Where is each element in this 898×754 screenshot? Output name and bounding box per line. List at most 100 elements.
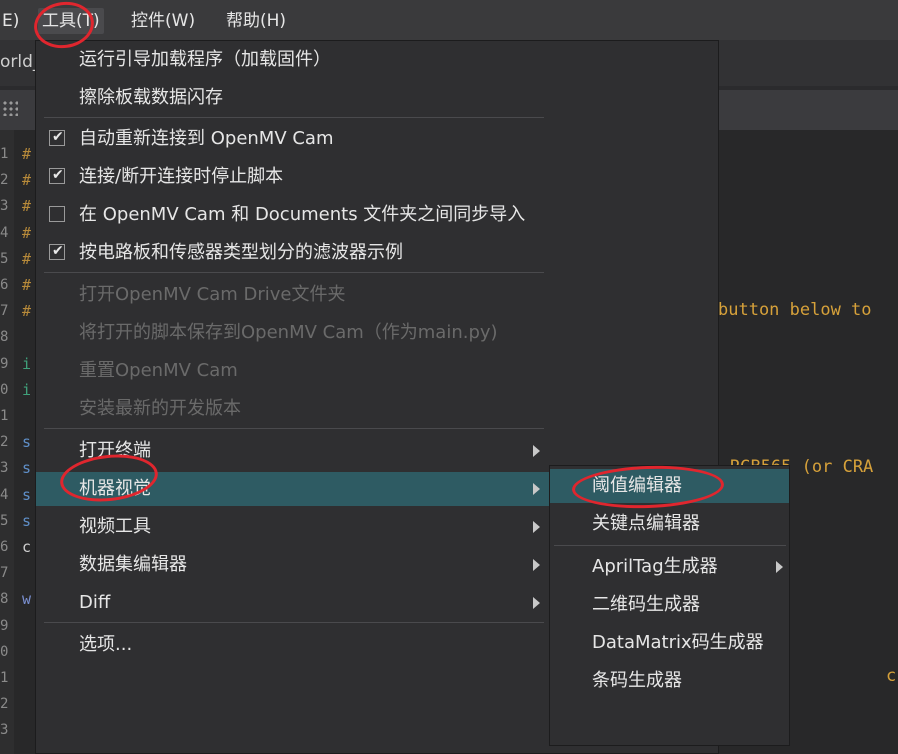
code-fragment: #	[22, 249, 32, 268]
line-number: 6	[0, 539, 9, 555]
menu-separator	[44, 622, 544, 623]
line-number: 2	[0, 172, 9, 189]
submenu-arrow-icon	[776, 561, 783, 573]
checkbox-unchecked-icon[interactable]	[49, 206, 65, 222]
submenu-item-label: DataMatrix码生成器	[592, 632, 764, 653]
menu-item-filter-examples[interactable]: ✔ 按电路板和传感器类型划分的滤波器示例	[36, 236, 718, 270]
code-fragment: #	[22, 302, 32, 321]
menu-item-label: 选项...	[79, 634, 133, 655]
submenu-arrow-icon	[533, 445, 540, 457]
machine-vision-submenu: 阈值编辑器 关键点编辑器 AprilTag生成器 二维码生成器 DataMatr…	[549, 465, 790, 746]
code-fragment: i	[22, 380, 32, 399]
line-number: 2	[0, 434, 9, 451]
menu-item-label: 视频工具	[79, 516, 151, 537]
menu-item-open-drive: 打开OpenMV Cam Drive文件夹	[36, 278, 718, 312]
submenu-item-label: AprilTag生成器	[592, 556, 718, 577]
line-number: 7	[0, 565, 9, 582]
submenu-item-label: 二维码生成器	[592, 594, 700, 615]
line-number: 3	[0, 198, 9, 215]
line-number: 2	[0, 696, 9, 713]
menubar: E) 工具(T) 控件(W) 帮助(H)	[0, 0, 898, 40]
submenu-arrow-icon	[533, 597, 540, 609]
submenu-arrow-icon	[533, 483, 540, 495]
line-number: 3	[0, 722, 9, 739]
code-fragment: s	[22, 485, 32, 504]
menu-item-label: 擦除板载数据闪存	[79, 87, 223, 108]
menu-item-label: 数据集编辑器	[79, 554, 187, 575]
line-number: 5	[0, 250, 9, 267]
menu-item-label: 打开OpenMV Cam Drive文件夹	[79, 284, 346, 305]
code-fragment: s	[22, 459, 32, 478]
menu-item-save-script: 将打开的脚本保存到OpenMV Cam（作为main.py)	[36, 316, 718, 350]
line-number: 1	[0, 146, 9, 162]
line-number: 8	[0, 591, 9, 608]
menu-item-label: Diff	[79, 592, 111, 613]
line-number: 0	[0, 643, 9, 660]
code-fragment: s	[22, 511, 32, 530]
menu-item-stop-script[interactable]: ✔ 连接/断开连接时停止脚本	[36, 160, 718, 194]
submenu-arrow-icon	[533, 521, 540, 533]
menu-separator	[554, 545, 786, 546]
code-fragment: #	[22, 197, 32, 216]
code-fragment: #	[22, 276, 32, 294]
line-number: 3	[0, 460, 9, 477]
submenu-item-threshold-editor[interactable]: 阈值编辑器	[550, 469, 789, 503]
code-fragment: w	[22, 590, 32, 609]
menu-edit[interactable]: E)	[0, 8, 23, 34]
menu-item-auto-reconnect[interactable]: ✔ 自动重新连接到 OpenMV Cam	[36, 122, 718, 156]
code-fragment: c	[22, 538, 32, 556]
menu-item-label: 在 OpenMV Cam 和 Documents 文件夹之间同步导入	[79, 204, 526, 225]
checkbox-checked-icon[interactable]: ✔	[49, 167, 65, 184]
line-number: 9	[0, 355, 9, 372]
line-number: 1	[0, 670, 9, 686]
submenu-item-label: 阈值编辑器	[592, 475, 682, 496]
menu-separator	[44, 428, 544, 429]
code-fragment: #	[22, 171, 32, 190]
line-number: 0	[0, 381, 9, 398]
line-number: 9	[0, 617, 9, 634]
menu-item-label: 将打开的脚本保存到OpenMV Cam（作为main.py)	[79, 322, 498, 343]
menu-item-sync-imports[interactable]: 在 OpenMV Cam 和 Documents 文件夹之间同步导入	[36, 198, 718, 232]
submenu-item-label: 关键点编辑器	[592, 513, 700, 534]
submenu-item-barcode-generator[interactable]: 条码生成器	[550, 664, 789, 698]
menu-item-label: 打开终端	[79, 440, 151, 461]
menu-separator	[44, 117, 544, 118]
submenu-item-apriltag-generator[interactable]: AprilTag生成器	[550, 550, 789, 584]
menu-item-label: 运行引导加载程序（加载固件）	[79, 49, 331, 70]
menu-item-label: 重置OpenMV Cam	[79, 360, 238, 381]
code-fragment: i	[22, 354, 32, 373]
menu-tools[interactable]: 工具(T)	[38, 8, 104, 34]
submenu-item-qrcode-generator[interactable]: 二维码生成器	[550, 588, 789, 622]
line-number: 4	[0, 224, 9, 241]
checkbox-checked-icon[interactable]: ✔	[49, 129, 65, 146]
code-text-fragment-1: button below to	[718, 300, 872, 320]
code-fragment: #	[22, 223, 32, 242]
submenu-arrow-icon	[533, 559, 540, 571]
line-number: 6	[0, 277, 9, 293]
line-number: 8	[0, 329, 9, 346]
menu-help[interactable]: 帮助(H)	[222, 8, 290, 34]
line-number: 4	[0, 486, 9, 503]
line-number: 1	[0, 408, 9, 424]
menu-item-label: 自动重新连接到 OpenMV Cam	[79, 128, 334, 149]
line-number: 5	[0, 512, 9, 529]
submenu-item-datamatrix-generator[interactable]: DataMatrix码生成器	[550, 626, 789, 660]
menu-item-erase-flash[interactable]: 擦除板载数据闪存	[36, 81, 718, 115]
code-fragment: #	[22, 145, 32, 163]
submenu-item-label: 条码生成器	[592, 670, 682, 691]
menu-item-label: 连接/断开连接时停止脚本	[79, 166, 284, 187]
menu-item-open-terminal[interactable]: 打开终端	[36, 434, 718, 468]
toolbar-grip-icon[interactable]	[2, 100, 18, 116]
menu-item-label: 按电路板和传感器类型划分的滤波器示例	[79, 242, 403, 263]
menu-item-reset-cam: 重置OpenMV Cam	[36, 354, 718, 388]
menu-separator	[44, 272, 544, 273]
menu-item-label: 安装最新的开发版本	[79, 398, 241, 419]
menu-item-install-dev: 安装最新的开发版本	[36, 392, 718, 426]
submenu-item-keypoints-editor[interactable]: 关键点编辑器	[550, 507, 789, 541]
menu-widgets[interactable]: 控件(W)	[127, 8, 199, 34]
checkbox-checked-icon[interactable]: ✔	[49, 243, 65, 260]
line-number: 7	[0, 303, 9, 320]
code-text-fragment-3: c	[886, 666, 897, 686]
menu-item-run-bootloader[interactable]: 运行引导加载程序（加载固件）	[36, 43, 718, 77]
code-fragment: s	[22, 433, 32, 452]
